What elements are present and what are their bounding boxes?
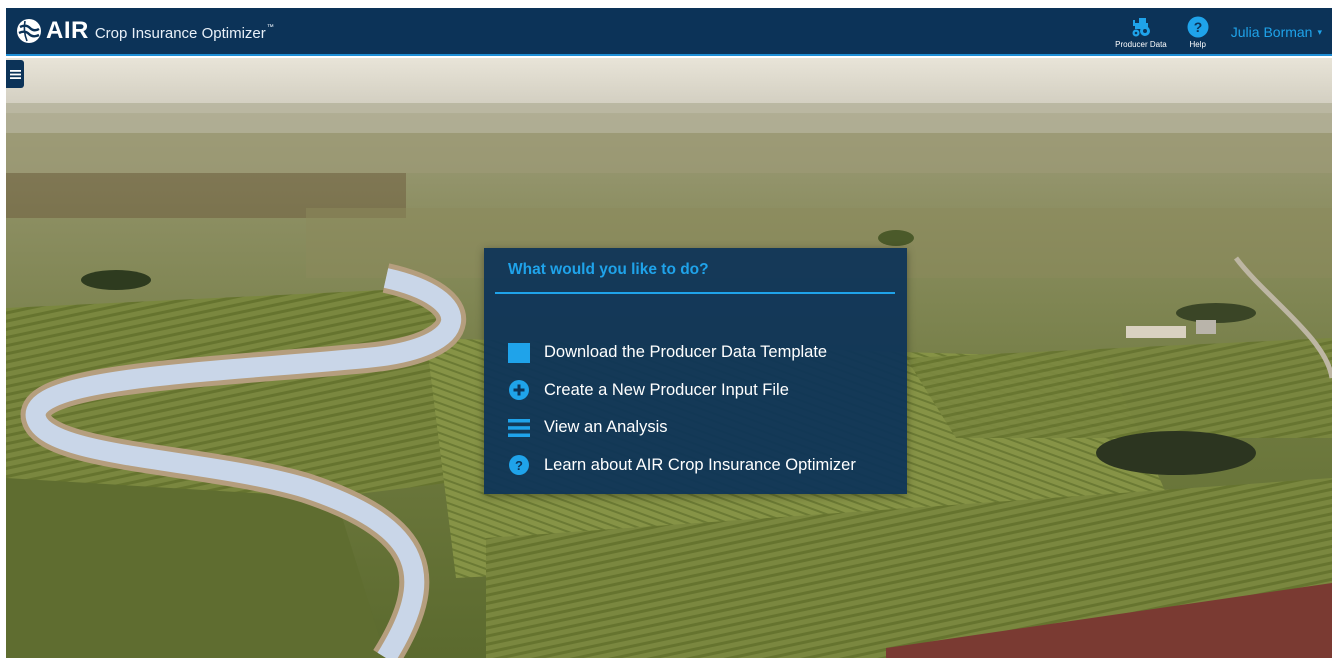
- svg-text:?: ?: [1193, 19, 1202, 35]
- logo-air-text: AIR: [46, 17, 89, 44]
- user-menu[interactable]: Julia Borman ▾: [1231, 24, 1322, 40]
- user-name: Julia Borman: [1230, 24, 1313, 40]
- trademark-symbol: ™: [266, 23, 274, 31]
- question-circle-icon: ?: [508, 454, 530, 476]
- download-template-action[interactable]: Download the Producer Data Template: [508, 334, 856, 372]
- hamburger-menu-icon: [9, 69, 21, 79]
- action-label: View an Analysis: [544, 418, 668, 437]
- action-list: Download the Producer Data Template Crea…: [508, 334, 856, 484]
- globe-logo-icon: [17, 19, 41, 43]
- tractor-icon: [1132, 17, 1150, 36]
- sidebar-toggle-button[interactable]: [6, 60, 24, 88]
- action-label: Download the Producer Data Template: [544, 343, 828, 362]
- top-navbar: AIR Crop Insurance Optimizer ™ Producer …: [6, 8, 1332, 56]
- dialog-divider: [495, 292, 895, 294]
- app-logo[interactable]: AIR Crop Insurance Optimizer ™: [16, 8, 274, 55]
- chevron-down-icon: ▾: [1317, 26, 1322, 37]
- view-analysis-action[interactable]: View an Analysis: [508, 409, 856, 447]
- action-label: Create a New Producer Input File: [544, 380, 789, 399]
- what-to-do-dialog: What would you like to do? Download the …: [484, 248, 907, 494]
- action-label: Learn about AIR Crop Insurance Optimizer: [544, 455, 856, 474]
- list-lines-icon: [508, 417, 530, 439]
- header-actions: Producer Data ? Help Julia Borman ▾: [1105, 8, 1322, 56]
- help-circle-icon: ?: [1187, 16, 1209, 37]
- app-window: AIR Crop Insurance Optimizer ™ Producer …: [6, 8, 1332, 658]
- plus-circle-icon: [508, 379, 530, 401]
- product-name: Crop Insurance Optimizer: [94, 25, 266, 42]
- help-button[interactable]: ? Help: [1187, 16, 1209, 49]
- template-square-icon: [508, 342, 530, 364]
- producer-data-button[interactable]: Producer Data: [1115, 16, 1167, 49]
- producer-data-label: Producer Data: [1115, 39, 1167, 49]
- svg-text:?: ?: [515, 458, 523, 473]
- help-label: Help: [1189, 39, 1206, 49]
- learn-about-action[interactable]: ? Learn about AIR Crop Insurance Optimiz…: [508, 447, 856, 485]
- dialog-title: What would you like to do?: [508, 261, 709, 278]
- create-input-file-action[interactable]: Create a New Producer Input File: [508, 372, 856, 410]
